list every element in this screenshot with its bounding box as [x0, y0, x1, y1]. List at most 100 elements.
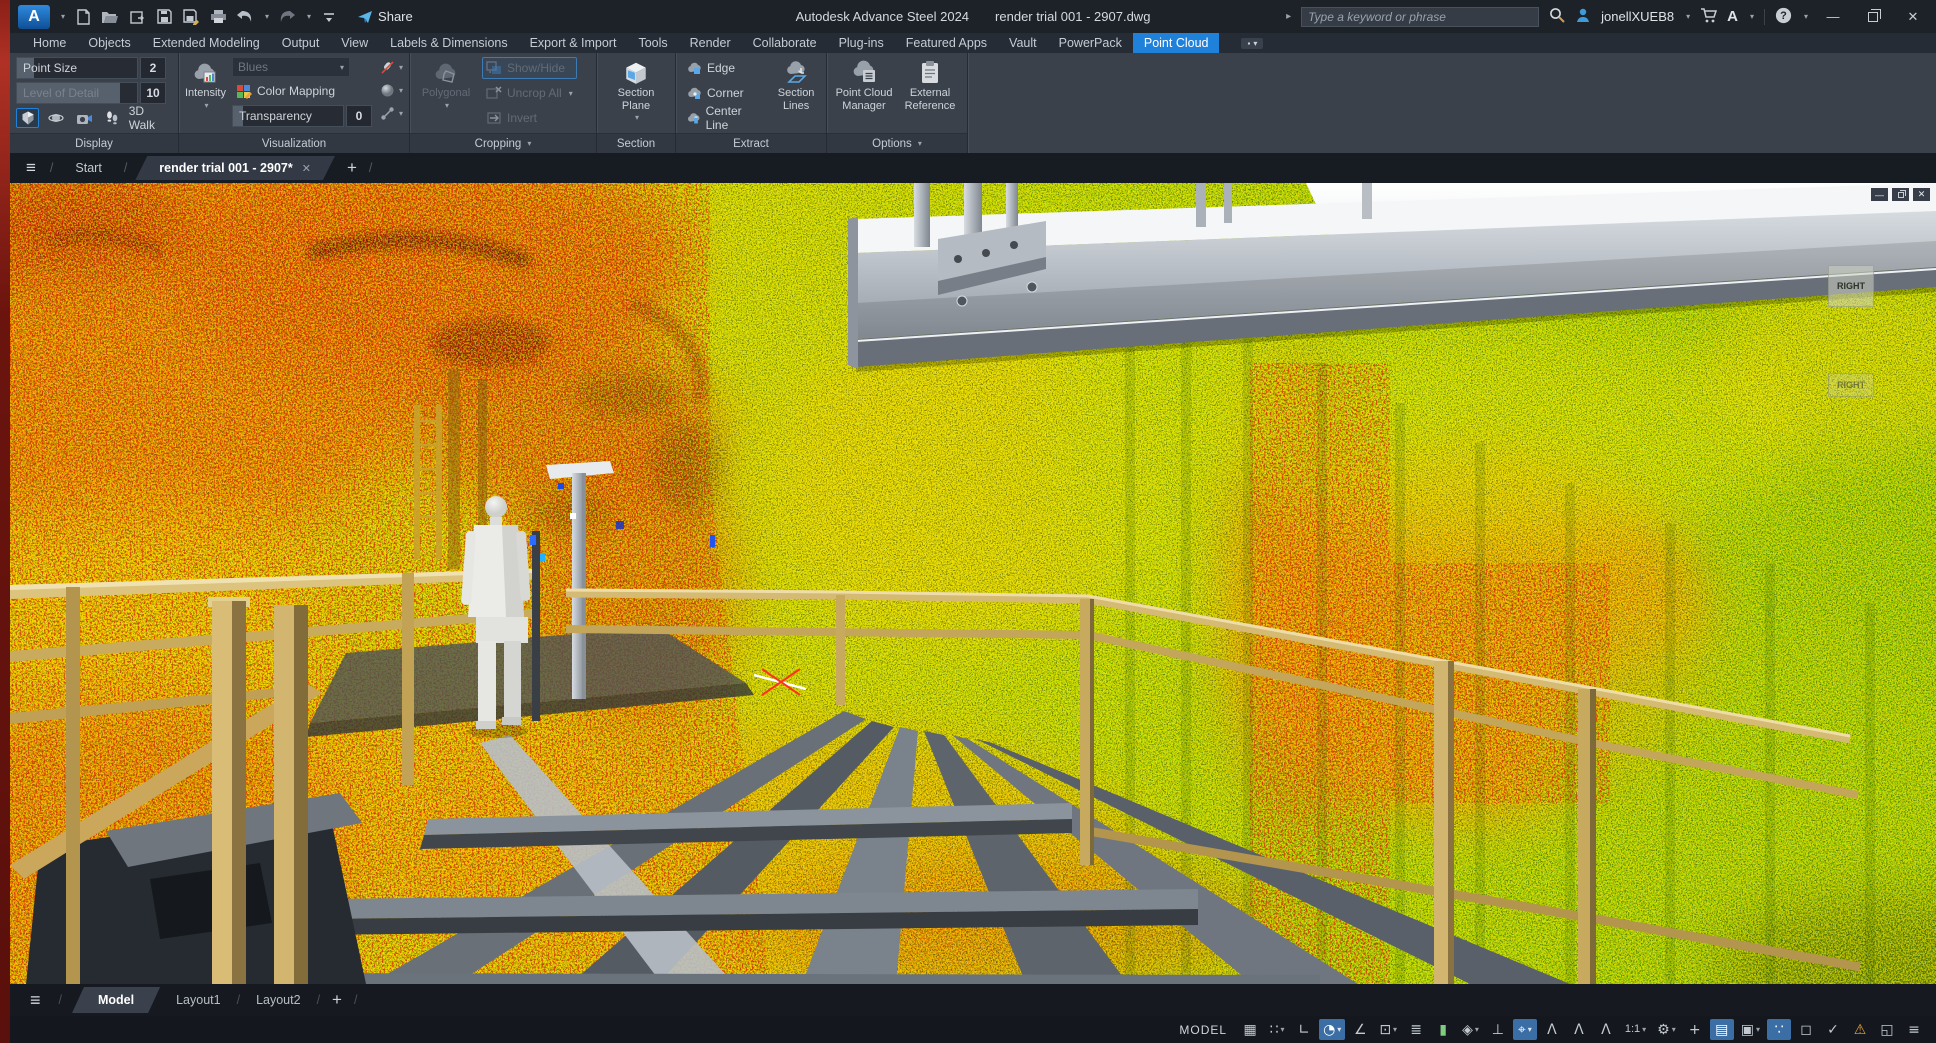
dropdown-caret[interactable]: ▾ — [1337, 1025, 1341, 1034]
object-isolate[interactable]: ◻ — [1794, 1019, 1818, 1040]
shaded-view-button[interactable] — [16, 108, 39, 128]
edge-style-button[interactable]: ▾ — [378, 103, 405, 123]
share-button[interactable]: Share — [357, 9, 413, 24]
search-expand-icon[interactable]: ▸ — [1286, 11, 1291, 22]
display-lock[interactable]: ▣▾ — [1737, 1019, 1764, 1040]
app-menu-caret-icon[interactable]: ▾ — [61, 12, 65, 21]
palettes-toggle[interactable]: ▤ — [1710, 1019, 1734, 1040]
tab-vault[interactable]: Vault — [998, 33, 1048, 53]
point-size-slider[interactable]: Point Size 2 — [16, 57, 166, 79]
dropdown-caret[interactable]: ▾ — [1475, 1025, 1479, 1034]
tab-labels-dimensions[interactable]: Labels & Dimensions — [379, 33, 518, 53]
layout-tab-layout1[interactable]: Layout1 — [170, 989, 226, 1011]
lighting-off-button[interactable]: ▾ — [378, 57, 405, 77]
transparency-toggle[interactable]: ▮ — [1431, 1019, 1455, 1040]
annotation-visibility[interactable]: Ʌ — [1540, 1019, 1564, 1040]
polygonal-crop-button[interactable]: Polygonal ▾ — [416, 57, 476, 131]
tab-plug-ins[interactable]: Plug-ins — [828, 33, 895, 53]
dropdown-caret[interactable]: ▾ — [1528, 1025, 1532, 1034]
search-icon[interactable] — [1549, 7, 1565, 26]
section-lines-button[interactable]: Section Lines — [772, 57, 820, 131]
tab-collaborate[interactable]: Collaborate — [742, 33, 828, 53]
point-size-value[interactable]: 2 — [140, 57, 166, 79]
app-logo-icon[interactable]: A — [18, 5, 50, 29]
minimize-button[interactable]: — — [1818, 5, 1848, 29]
apps-caret-icon[interactable]: ▾ — [1750, 12, 1754, 21]
dynamic-input[interactable]: ⌖▾ — [1513, 1019, 1537, 1040]
uncrop-all-button[interactable]: Uncrop All▾ — [482, 82, 577, 104]
ucs-toggle[interactable]: ⊥ — [1486, 1019, 1510, 1040]
help-caret-icon[interactable]: ▾ — [1804, 12, 1808, 21]
level-of-detail-value[interactable]: 10 — [140, 82, 166, 104]
dropdown-caret[interactable]: ▾ — [1672, 1025, 1676, 1034]
user-icon[interactable] — [1575, 7, 1591, 26]
tab-export-import[interactable]: Export & Import — [519, 33, 628, 53]
viewport-restore-button[interactable] — [1892, 188, 1909, 201]
autodesk-apps-icon[interactable]: A — [1727, 8, 1738, 25]
transparency-value[interactable]: 0 — [346, 105, 372, 127]
annotation-autoscale[interactable]: Ʌ — [1567, 1019, 1591, 1040]
orbit-button[interactable] — [44, 108, 67, 128]
new-drawing-tab-button[interactable]: + — [343, 158, 361, 178]
undo-caret-icon[interactable]: ▾ — [265, 12, 269, 21]
drawing-viewport[interactable]: — ✕ RIGHTRIGHT — [10, 183, 1936, 984]
tab-objects[interactable]: Objects — [77, 33, 141, 53]
search-input[interactable]: Type a keyword or phrase — [1301, 7, 1539, 27]
color-scheme-select[interactable]: Blues ▾ — [232, 57, 350, 77]
trusted-dwg[interactable]: ✓ — [1821, 1019, 1845, 1040]
restore-button[interactable] — [1858, 5, 1888, 29]
user-menu-caret-icon[interactable]: ▾ — [1686, 12, 1690, 21]
qat-customize-icon[interactable] — [320, 9, 338, 25]
layout-tab-layout2[interactable]: Layout2 — [250, 989, 306, 1011]
new-file-icon[interactable] — [74, 9, 92, 25]
camera-button[interactable] — [72, 108, 95, 128]
ribbon-collapse-button[interactable]: ▪▾ — [1241, 38, 1263, 49]
grid-mode[interactable]: ▦ — [1238, 1019, 1262, 1040]
sphere-style-button[interactable]: ▾ — [378, 80, 405, 100]
ortho-mode[interactable]: ∟ — [1292, 1019, 1316, 1040]
close-tab-icon[interactable]: ✕ — [302, 162, 311, 175]
tab-output[interactable]: Output — [271, 33, 331, 53]
file-tab-menu-icon[interactable]: ≡ — [20, 158, 42, 178]
save-to-web-icon[interactable] — [128, 9, 146, 25]
open-file-icon[interactable] — [101, 9, 119, 25]
walk-button[interactable] — [101, 108, 124, 128]
tab-home[interactable]: Home — [22, 33, 77, 53]
username-label[interactable]: jonellXUEB8 — [1601, 9, 1674, 24]
file-tab-start[interactable]: Start — [61, 157, 115, 179]
viewport-minimize-button[interactable]: — — [1871, 188, 1888, 201]
level-of-detail-slider[interactable]: Level of Detail 10 — [16, 82, 166, 104]
clean-screen[interactable]: ◱ — [1875, 1019, 1899, 1040]
customize-menu[interactable]: ≡ — [1902, 1019, 1926, 1040]
tab-extended-modeling[interactable]: Extended Modeling — [142, 33, 271, 53]
new-layout-button[interactable]: + — [330, 990, 344, 1010]
dropdown-caret[interactable]: ▾ — [1756, 1025, 1760, 1034]
close-button[interactable]: ✕ — [1898, 5, 1928, 29]
tab-powerpack[interactable]: PowerPack — [1048, 33, 1133, 53]
panel-label-visualization[interactable]: Visualization — [179, 133, 409, 153]
panel-label-section[interactable]: Section — [597, 133, 675, 153]
panel-label-extract[interactable]: Extract — [676, 133, 826, 153]
redo-caret-icon[interactable]: ▾ — [307, 12, 311, 21]
dropdown-caret[interactable]: ▾ — [1642, 1025, 1646, 1034]
redo-icon[interactable] — [278, 9, 296, 25]
app-store-cart-icon[interactable] — [1700, 8, 1717, 26]
annotation-scale-sync[interactable]: Ʌ — [1594, 1019, 1618, 1040]
viewport-close-button[interactable]: ✕ — [1913, 188, 1930, 201]
external-reference-button[interactable]: External Reference — [899, 57, 961, 131]
intensity-button[interactable]: Intensity ▾ — [185, 57, 226, 131]
section-plane-button[interactable]: Section Plane ▾ — [603, 57, 669, 131]
isometric-drafting[interactable]: ∠ — [1348, 1019, 1372, 1040]
panel-label-options[interactable]: Options▾ — [827, 133, 967, 153]
extract-corner-button[interactable]: Corner — [682, 82, 766, 104]
file-tab-render-trial-001-2907[interactable]: render trial 001 - 2907*✕ — [135, 156, 335, 180]
model-space-label[interactable]: MODEL — [1179, 1023, 1227, 1037]
tab-point-cloud[interactable]: Point Cloud — [1133, 33, 1220, 53]
panel-label-display[interactable]: Display — [10, 133, 178, 153]
snap-mode[interactable]: ∷▾ — [1265, 1019, 1289, 1040]
object-snap[interactable]: ⊡▾ — [1375, 1019, 1401, 1040]
dropdown-caret[interactable]: ▾ — [1393, 1025, 1397, 1034]
extract-center-line-button[interactable]: Center Line — [682, 107, 766, 129]
tab-featured-apps[interactable]: Featured Apps — [895, 33, 998, 53]
transparency-slider[interactable]: Transparency 0 — [232, 105, 372, 127]
